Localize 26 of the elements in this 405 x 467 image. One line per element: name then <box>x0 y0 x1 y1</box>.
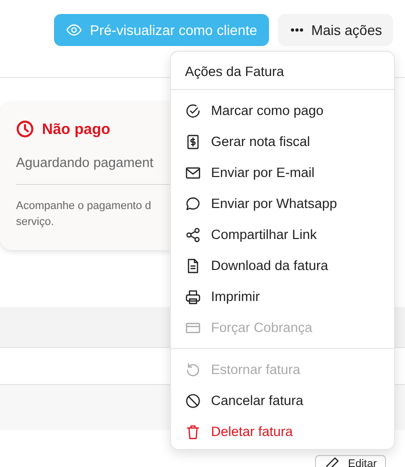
menu-item[interactable]: Imprimir <box>171 281 394 312</box>
chat-bubble-icon <box>185 196 201 212</box>
trash-icon <box>185 424 201 440</box>
status-label: Não pago <box>42 120 110 138</box>
edit-button[interactable]: Editar <box>315 455 386 467</box>
prohibited-icon <box>185 392 201 408</box>
eye-icon <box>66 22 82 38</box>
mail-icon <box>185 164 201 180</box>
menu-title: Ações da Fatura <box>171 52 394 90</box>
share-icon <box>185 226 201 242</box>
check-circle-icon <box>185 102 201 118</box>
more-actions-button[interactable]: Mais ações <box>278 14 393 46</box>
menu-item[interactable]: Gerar nota fiscal <box>171 126 394 157</box>
menu-item[interactable]: Compartilhar Link <box>171 219 394 250</box>
menu-item[interactable]: Enviar por Whatsapp <box>171 188 394 219</box>
menu-item[interactable]: Deletar fatura <box>171 416 394 447</box>
menu-item[interactable]: Enviar por E-mail <box>171 157 394 188</box>
menu-item[interactable]: Cancelar fatura <box>171 385 394 416</box>
document-icon <box>185 258 201 274</box>
clock-icon <box>16 120 34 138</box>
menu-item[interactable]: Marcar como pago <box>171 95 394 126</box>
printer-icon <box>185 288 201 304</box>
undo-icon <box>185 362 201 378</box>
dollar-receipt-icon <box>185 134 201 150</box>
menu-item[interactable]: Download da fatura <box>171 250 394 281</box>
status-note: Acompanhe o pagamento d serviço. <box>16 199 152 230</box>
